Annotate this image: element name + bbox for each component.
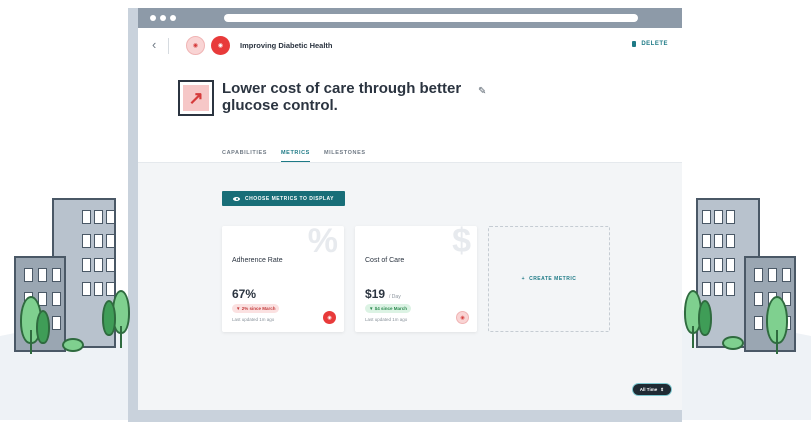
time-range-select[interactable]: All Time ⇕	[631, 383, 672, 396]
metric-name: Cost of Care	[365, 257, 405, 264]
tab-bar: CAPABILITIES METRICS MILESTONES	[222, 150, 366, 162]
tab-milestones[interactable]: MILESTONES	[324, 150, 366, 162]
logo-mark: ◉	[327, 314, 332, 321]
app-header: ‹ ◉ ◉ Improving Diabetic Health DELETE	[138, 28, 682, 64]
edit-pencil-icon[interactable]: ✎	[478, 86, 486, 97]
window-dot-icon[interactable]	[160, 15, 166, 21]
delete-label: DELETE	[641, 41, 668, 47]
choose-metrics-label: CHOOSE METRICS TO DISPLAY	[245, 195, 334, 202]
goal-header: ↗ Lower cost of care through better gluc…	[178, 80, 486, 116]
tree	[698, 300, 712, 336]
address-bar[interactable]	[224, 14, 638, 22]
metric-name: Adherence Rate	[232, 257, 283, 264]
back-chevron-icon[interactable]: ‹	[152, 37, 156, 52]
dollar-watermark-icon: $	[452, 226, 471, 260]
metric-value: $19 / Day	[365, 287, 401, 301]
metric-updated-text: Last updated 1m ago	[365, 317, 408, 322]
bush	[722, 336, 744, 350]
metric-change-badge: ▼ 2% since March	[232, 304, 280, 313]
tree	[36, 310, 50, 344]
metric-value-number: $19	[365, 287, 386, 301]
sort-chevrons-icon: ⇕	[660, 386, 664, 392]
partner-logo: ◉	[211, 36, 230, 55]
metric-change-badge: ▼ $4 since March	[365, 304, 411, 313]
browser-titlebar	[138, 8, 682, 28]
metric-value: 67%	[232, 287, 256, 301]
metric-updated-text: Last updated 1m ago	[232, 317, 275, 322]
time-range-label: All Time	[639, 387, 658, 392]
page-title: Lower cost of care through better glucos…	[222, 80, 462, 114]
metric-unit: / Day	[389, 294, 401, 300]
partner-logo: ◉	[323, 311, 336, 324]
organization-logo: ◉	[456, 311, 469, 324]
divider	[168, 38, 169, 54]
create-metric-button[interactable]: + CREATE METRIC	[488, 226, 610, 332]
logo-mark: ◉	[217, 43, 224, 49]
window-dot-icon[interactable]	[150, 15, 156, 21]
trash-icon	[632, 41, 637, 47]
trend-arrow-icon: ↗	[178, 80, 214, 116]
bush	[62, 338, 84, 352]
create-metric-label: CREATE METRIC	[529, 276, 577, 282]
metric-card-cost-of-care[interactable]: $ Cost of Care $19 / Day ▼ $4 since Marc…	[355, 226, 477, 332]
plus-icon: +	[521, 276, 526, 282]
organization-logo: ◉	[186, 36, 205, 55]
eye-icon	[233, 196, 241, 201]
delete-button[interactable]: DELETE	[632, 41, 668, 47]
tab-metrics[interactable]: METRICS	[281, 150, 310, 162]
percent-watermark-icon: %	[307, 226, 338, 260]
program-title: Improving Diabetic Health	[240, 41, 333, 50]
window-dot-icon[interactable]	[170, 15, 176, 21]
browser-window: ‹ ◉ ◉ Improving Diabetic Health DELETE ↗…	[138, 8, 682, 410]
tree	[102, 300, 116, 336]
metric-card-adherence-rate[interactable]: % Adherence Rate 67% ▼ 2% since March La…	[222, 226, 344, 332]
logo-mark: ◉	[192, 43, 199, 49]
tab-capabilities[interactable]: CAPABILITIES	[222, 150, 267, 162]
logo-mark: ◉	[460, 314, 465, 321]
choose-metrics-button[interactable]: CHOOSE METRICS TO DISPLAY	[222, 191, 345, 206]
metrics-panel: CHOOSE METRICS TO DISPLAY % Adherence Ra…	[138, 163, 682, 410]
metric-value-number: 67%	[232, 287, 257, 301]
